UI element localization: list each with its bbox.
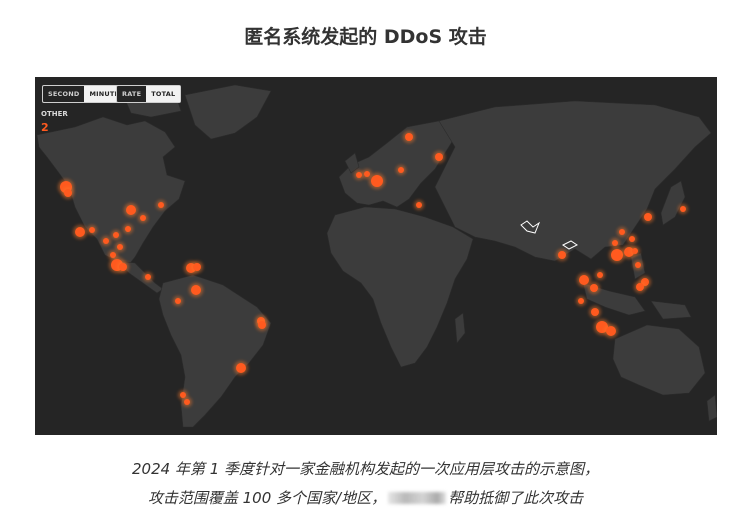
africa-landmass	[326, 206, 474, 368]
attack-hotspot	[371, 175, 383, 187]
attack-hotspot	[175, 298, 181, 304]
other-label: OTHER	[41, 110, 68, 118]
attack-hotspot	[635, 262, 641, 268]
attack-hotspot	[632, 248, 638, 254]
madagascar-landmass	[454, 312, 466, 344]
attack-hotspot	[416, 202, 422, 208]
toggle-rate[interactable]: RATE	[117, 86, 146, 102]
caption-line-2-start: 攻击范围覆盖 100 多个国家/地区，	[147, 489, 387, 507]
world-map	[36, 84, 717, 428]
time-toggle: SECOND MINUTE	[42, 85, 126, 103]
attack-hotspot	[356, 172, 362, 178]
attack-hotspot	[75, 227, 85, 237]
toggle-total[interactable]: TOTAL	[146, 86, 181, 102]
attack-hotspot	[435, 153, 443, 161]
attack-hotspot	[680, 206, 686, 212]
other-count: 2	[41, 121, 49, 134]
attack-hotspot	[619, 229, 625, 235]
attack-hotspot	[612, 240, 618, 246]
attack-hotspot	[579, 275, 589, 285]
caption-line-2-end: 帮助抵御了此次攻击	[448, 489, 584, 507]
attack-hotspot	[558, 251, 566, 259]
new-zealand-landmass	[706, 394, 717, 422]
attack-hotspot	[145, 274, 151, 280]
attack-hotspot	[364, 171, 370, 177]
attack-hotspot	[103, 238, 109, 244]
attack-hotspot	[113, 232, 119, 238]
greenland-landmass	[184, 84, 272, 140]
asia-landmass	[434, 100, 712, 262]
page-title: 匿名系统发起的 DDoS 攻击	[244, 26, 487, 48]
attack-hotspot	[636, 283, 644, 291]
north-america-landmass	[36, 116, 186, 268]
attack-hotspot	[126, 205, 136, 215]
attack-hotspot	[644, 213, 652, 221]
attack-hotspot	[158, 202, 164, 208]
attack-hotspot	[117, 244, 123, 250]
attack-hotspot	[184, 399, 190, 405]
attack-hotspot	[629, 236, 635, 242]
attack-hotspot	[398, 167, 404, 173]
attack-hotspot	[191, 285, 201, 295]
attack-hotspot	[597, 272, 603, 278]
attack-hotspot	[125, 226, 131, 232]
attack-hotspot	[89, 227, 95, 233]
caption-line-2: 攻击范围覆盖 100 多个国家/地区， 帮助抵御了此次攻击	[0, 487, 731, 508]
attack-hotspot	[611, 249, 623, 261]
redacted-company-name	[388, 492, 447, 504]
attack-hotspot	[110, 252, 116, 258]
caption-line-1: 2024 年第 1 季度针对一家金融机构发起的一次应用层攻击的示意图，	[131, 460, 600, 478]
attack-hotspot	[119, 263, 127, 271]
attack-hotspot	[140, 215, 146, 221]
attack-hotspot	[606, 326, 616, 336]
mode-toggle: RATE TOTAL	[116, 85, 182, 103]
japan-landmass	[660, 180, 686, 226]
attack-hotspot	[180, 392, 186, 398]
attack-hotspot	[591, 308, 599, 316]
toggle-second[interactable]: SECOND	[43, 86, 84, 102]
attack-hotspot	[590, 284, 598, 292]
attack-hotspot	[578, 298, 584, 304]
attack-hotspot	[236, 363, 246, 373]
australia-landmass	[612, 324, 706, 396]
attack-hotspot	[193, 263, 201, 271]
attack-hotspot	[64, 189, 72, 197]
attack-hotspot	[258, 321, 266, 329]
new-guinea-landmass	[650, 300, 692, 320]
attack-map: SECOND MINUTE RATE TOTAL OTHER 2	[35, 77, 717, 435]
attack-hotspot	[405, 133, 413, 141]
